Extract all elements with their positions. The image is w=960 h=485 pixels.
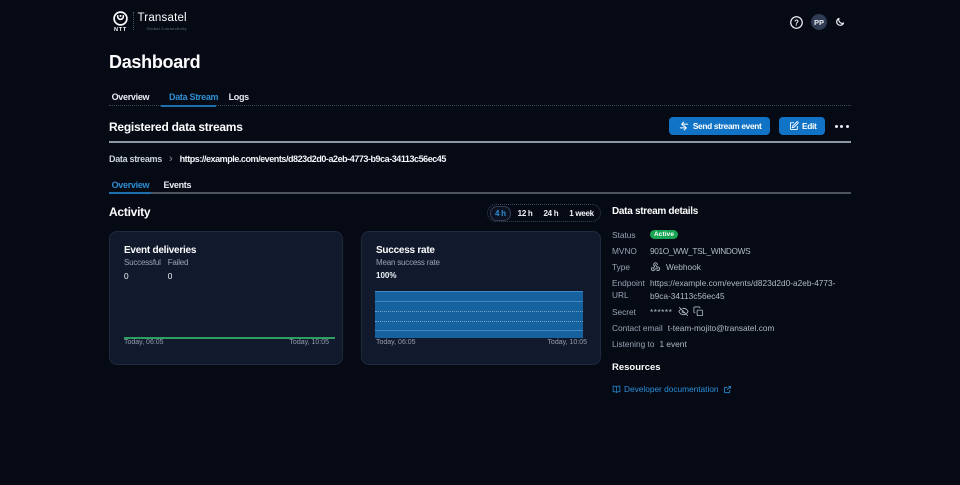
svg-text:?: ? bbox=[794, 18, 799, 27]
